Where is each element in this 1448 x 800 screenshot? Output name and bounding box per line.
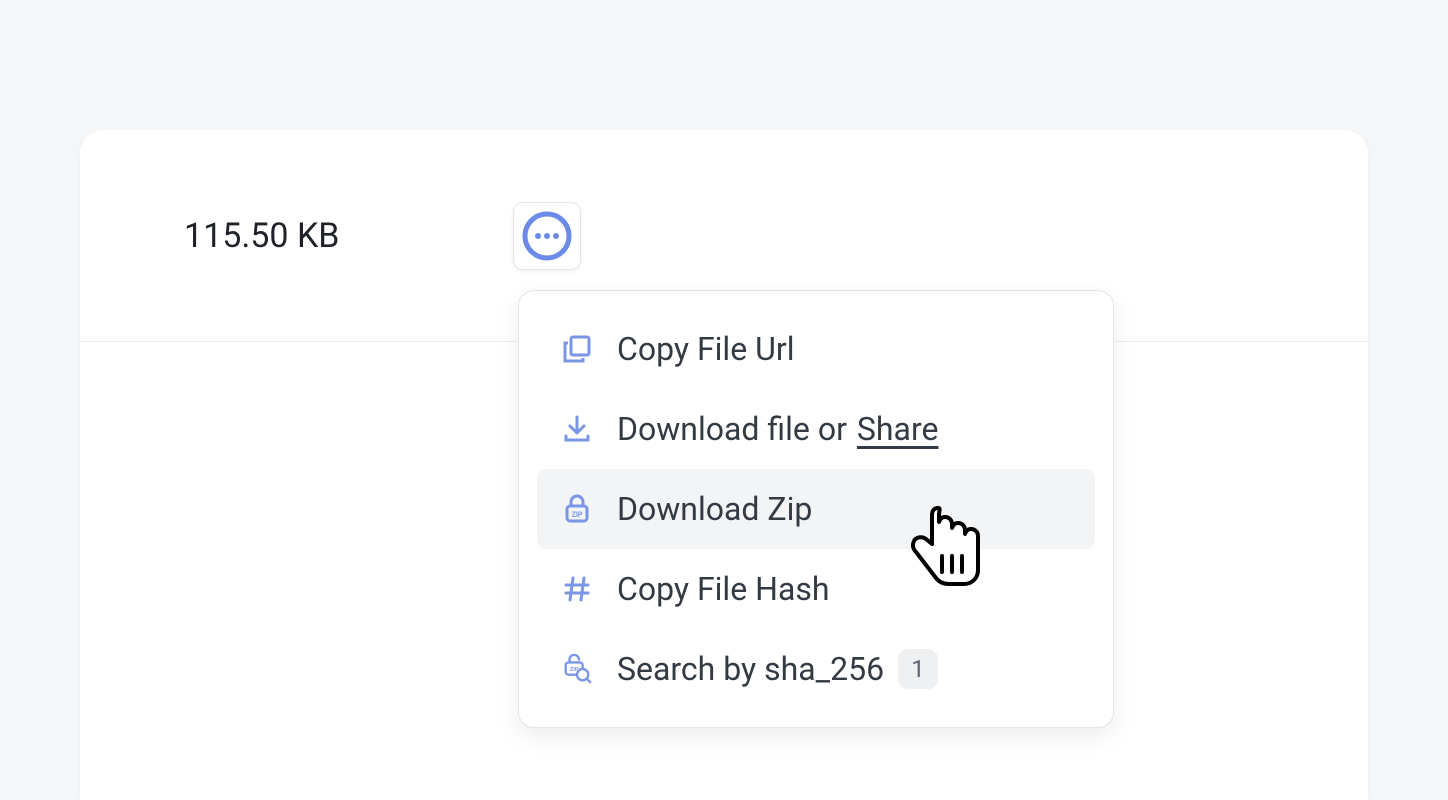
menu-label: Search by sha_256 (617, 650, 884, 688)
svg-text:ZIP: ZIP (572, 511, 583, 519)
context-menu: Copy File Url Download file or Share ZIP… (518, 290, 1114, 728)
hash-icon (561, 573, 593, 605)
more-options-button[interactable] (513, 202, 581, 270)
file-size: 115.50 KB (184, 216, 339, 256)
menu-copy-hash[interactable]: Copy File Hash (537, 549, 1095, 629)
menu-download-file[interactable]: Download file or Share (537, 389, 1095, 469)
menu-label: Download Zip (617, 490, 812, 528)
copy-icon (561, 333, 593, 365)
count-badge: 1 (898, 649, 938, 689)
menu-label: Download file or Share (617, 410, 938, 448)
menu-label: Copy File Url (617, 330, 794, 368)
menu-copy-url[interactable]: Copy File Url (537, 309, 1095, 389)
zip-lock-icon: ZIP (561, 493, 593, 525)
download-icon (561, 413, 593, 445)
share-link[interactable]: Share (857, 410, 939, 448)
menu-search-sha[interactable]: ZIP Search by sha_256 1 (537, 629, 1095, 709)
search-lock-icon: ZIP (561, 653, 593, 685)
menu-label: Copy File Hash (617, 570, 829, 608)
more-icon (522, 211, 572, 261)
menu-download-zip[interactable]: ZIP Download Zip (537, 469, 1095, 549)
